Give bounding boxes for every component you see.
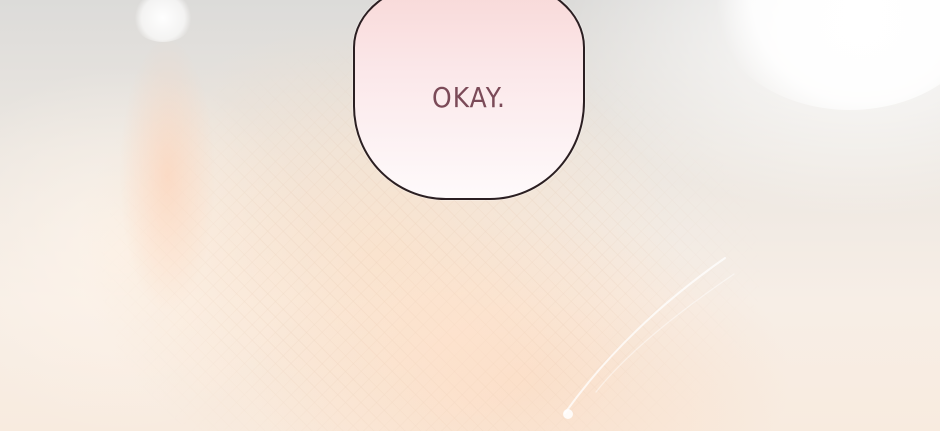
speech-text: OKAY. (432, 81, 506, 114)
comic-panel: OKAY. (0, 0, 940, 431)
speech-bubble: OKAY. (353, 0, 585, 200)
